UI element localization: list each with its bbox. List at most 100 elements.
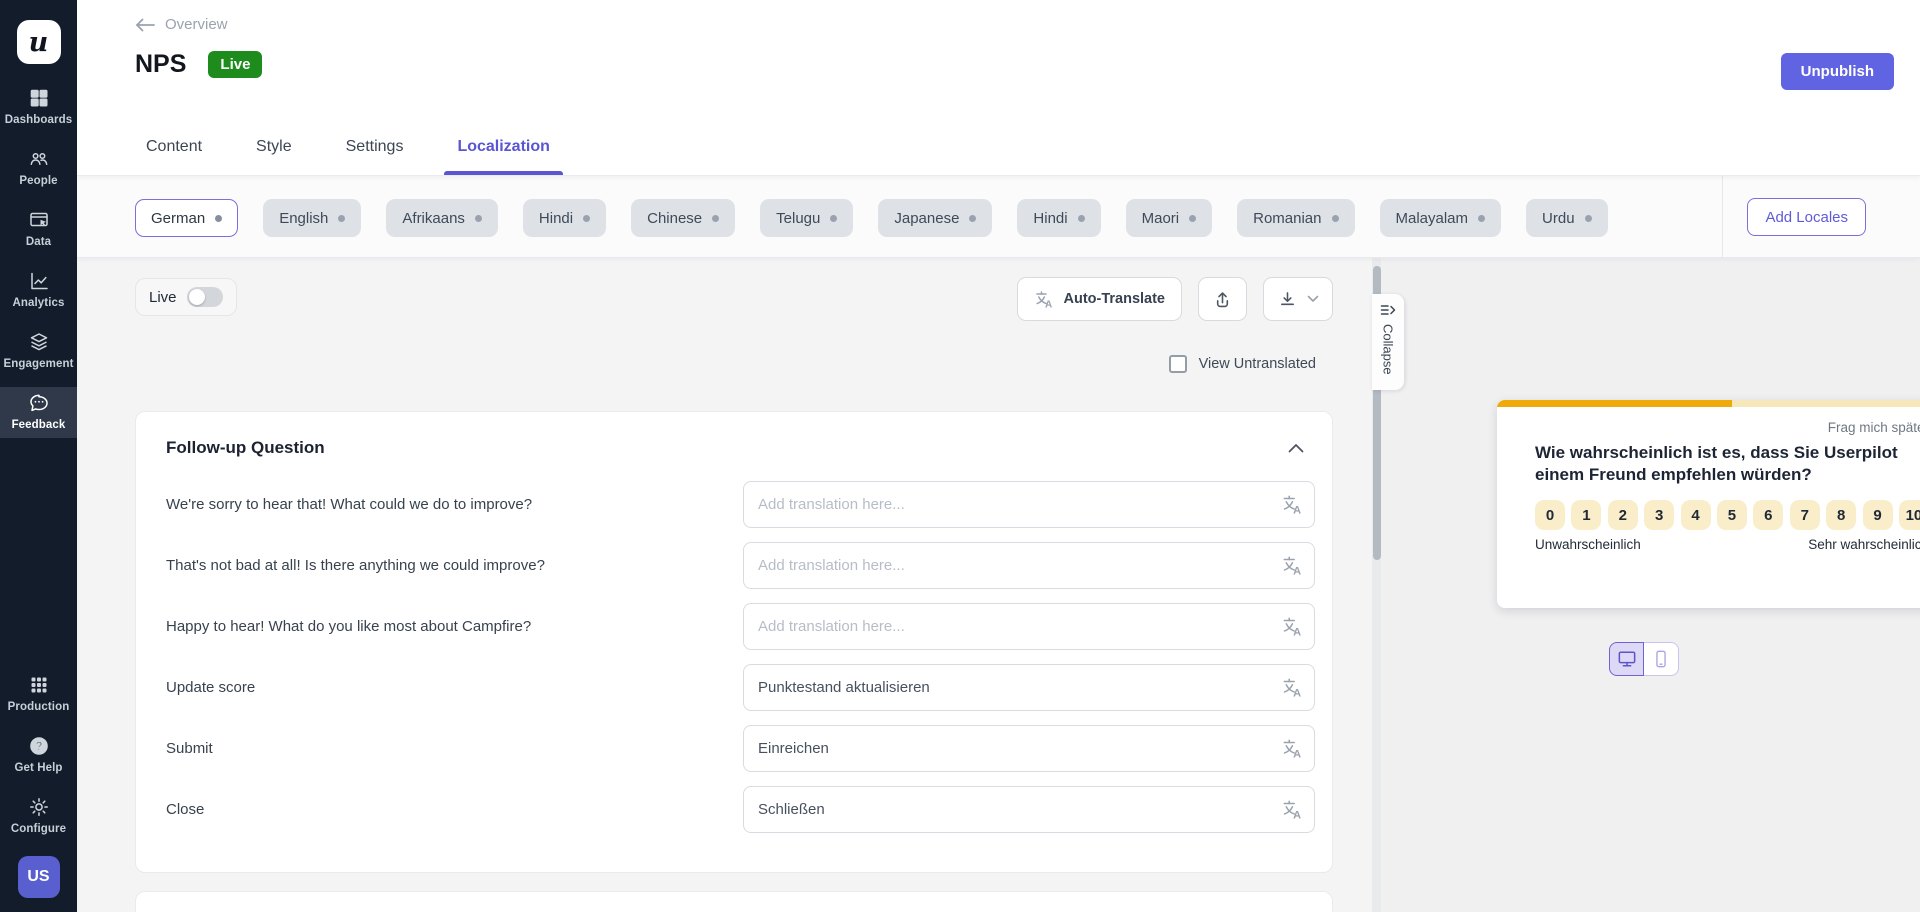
translation-field: A <box>743 786 1315 833</box>
sidebar-item-people[interactable]: People <box>0 143 77 194</box>
preview-pane: Frag mich später Wie wahrscheinlich ist … <box>1381 258 1920 912</box>
locale-chip-german[interactable]: German <box>135 199 238 237</box>
desktop-icon <box>1617 650 1637 668</box>
add-locales-button[interactable]: Add Locales <box>1747 198 1866 236</box>
sidebar-item-configure[interactable]: Configure <box>0 791 77 842</box>
translate-icon[interactable]: A <box>1281 554 1303 576</box>
locale-chip-english[interactable]: English <box>263 199 361 237</box>
translation-input[interactable] <box>743 603 1315 650</box>
sidebar-item-engagement[interactable]: Engagement <box>0 326 77 377</box>
translation-field: A <box>743 481 1315 528</box>
export-button[interactable] <box>1263 277 1333 321</box>
chip-label: Hindi <box>539 210 573 227</box>
translate-icon[interactable]: A <box>1281 615 1303 637</box>
userpilot-logo[interactable]: u <box>17 20 61 64</box>
translation-input[interactable] <box>743 786 1315 833</box>
translation-input[interactable] <box>743 664 1315 711</box>
translation-field: A <box>743 664 1315 711</box>
nps-score-button-9[interactable]: 9 <box>1863 500 1893 530</box>
sidebar-item-production[interactable]: Production <box>0 669 77 720</box>
live-toggle[interactable] <box>187 287 223 307</box>
back-link[interactable]: Overview <box>135 16 228 33</box>
locale-chip-romanian[interactable]: Romanian <box>1237 199 1354 237</box>
sidebar-item-feedback[interactable]: Feedback <box>0 387 77 438</box>
locale-chip-hindi[interactable]: Hindi <box>523 199 606 237</box>
translate-icon[interactable]: A <box>1281 676 1303 698</box>
locale-status-dot <box>1478 215 1485 222</box>
collapse-icon <box>1380 303 1396 317</box>
sidebar-item-dashboards[interactable]: Dashboards <box>0 82 77 133</box>
svg-text:A: A <box>1293 687 1301 698</box>
status-badge: Live <box>208 51 262 78</box>
auto-translate-button[interactable]: A Auto-Translate <box>1017 277 1182 321</box>
sidebar-bottom-nav: Production ? Get Help Configure <box>0 669 77 842</box>
live-toggle-group: Live <box>135 278 237 316</box>
translation-input[interactable] <box>743 542 1315 589</box>
nps-score-button-4[interactable]: 4 <box>1681 500 1711 530</box>
import-button[interactable] <box>1198 277 1247 321</box>
next-section-card <box>135 891 1333 912</box>
card-title: Follow-up Question <box>166 438 325 458</box>
translate-icon[interactable]: A <box>1281 737 1303 759</box>
chip-label: Malayalam <box>1396 210 1469 227</box>
locale-chip-maori[interactable]: Maori <box>1126 199 1213 237</box>
chip-label: German <box>151 210 205 227</box>
translation-input[interactable] <box>743 481 1315 528</box>
svg-text:A: A <box>1293 565 1301 576</box>
unpublish-button[interactable]: Unpublish <box>1781 53 1894 90</box>
desktop-preview-button[interactable] <box>1609 642 1644 676</box>
upload-icon <box>1212 289 1233 310</box>
translate-icon[interactable]: A <box>1281 493 1303 515</box>
nps-dismiss-link[interactable]: Frag mich später <box>1535 420 1920 435</box>
nps-progress-bar <box>1497 400 1920 407</box>
tab-content[interactable]: Content <box>133 138 215 175</box>
user-avatar[interactable]: US <box>18 856 60 898</box>
sidebar-item-analytics[interactable]: Analytics <box>0 265 77 316</box>
sidebar-item-label: Data <box>26 236 51 248</box>
nps-score-button-1[interactable]: 1 <box>1571 500 1601 530</box>
nps-score-button-2[interactable]: 2 <box>1608 500 1638 530</box>
locale-chip-hindi-2[interactable]: Hindi <box>1017 199 1100 237</box>
nps-score-button-7[interactable]: 7 <box>1790 500 1820 530</box>
sidebar-item-data[interactable]: Data <box>0 204 77 255</box>
translation-row: That's not bad at all! Is there anything… <box>166 542 1315 589</box>
locale-chip-urdu[interactable]: Urdu <box>1526 199 1608 237</box>
locale-chip-malayalam[interactable]: Malayalam <box>1380 199 1502 237</box>
translate-icon[interactable]: A <box>1281 798 1303 820</box>
nps-scale-labels: Unwahrscheinlich Sehr wahrscheinlich <box>1535 537 1920 552</box>
locale-chip-chinese[interactable]: Chinese <box>631 199 735 237</box>
tab-style[interactable]: Style <box>243 138 305 175</box>
nps-score-button-5[interactable]: 5 <box>1717 500 1747 530</box>
locale-chip-telugu[interactable]: Telugu <box>760 199 853 237</box>
nps-score-button-8[interactable]: 8 <box>1826 500 1856 530</box>
translation-input[interactable] <box>743 725 1315 772</box>
locale-status-dot <box>338 215 345 222</box>
locale-chip-japanese[interactable]: Japanese <box>878 199 992 237</box>
svg-text:?: ? <box>35 741 42 753</box>
translations-pane: Live A Auto-Translate <box>77 258 1372 912</box>
locale-status-dot <box>215 215 222 222</box>
nps-score-button-3[interactable]: 3 <box>1644 500 1674 530</box>
chevron-up-icon[interactable] <box>1288 443 1304 453</box>
locale-chips: German English Afrikaans Hindi Chinese T… <box>135 199 1608 237</box>
locale-chip-afrikaans[interactable]: Afrikaans <box>386 199 498 237</box>
translation-row: We're sorry to hear that! What could we … <box>166 481 1315 528</box>
source-text: We're sorry to hear that! What could we … <box>166 496 743 513</box>
locales-strip: German English Afrikaans Hindi Chinese T… <box>77 176 1920 258</box>
translation-rows: We're sorry to hear that! What could we … <box>136 481 1332 833</box>
translation-row: Update score A <box>166 664 1315 711</box>
sidebar-item-get-help[interactable]: ? Get Help <box>0 730 77 781</box>
tab-localization[interactable]: Localization <box>444 138 562 175</box>
mobile-preview-button[interactable] <box>1644 642 1679 676</box>
mobile-icon <box>1654 650 1668 668</box>
tab-settings[interactable]: Settings <box>333 138 417 175</box>
nps-score-button-6[interactable]: 6 <box>1753 500 1783 530</box>
nps-score-button-10[interactable]: 10 <box>1899 500 1920 530</box>
nps-score-button-0[interactable]: 0 <box>1535 500 1565 530</box>
download-icon <box>1277 289 1298 310</box>
view-untranslated-checkbox[interactable] <box>1169 355 1187 373</box>
collapse-panel-tab[interactable]: Collapse <box>1372 294 1404 390</box>
sidebar-nav: Dashboards People Data Analytics <box>0 82 77 438</box>
view-untranslated-control[interactable]: View Untranslated <box>1169 355 1316 373</box>
translation-toolbar: A Auto-Translate <box>1017 277 1333 321</box>
